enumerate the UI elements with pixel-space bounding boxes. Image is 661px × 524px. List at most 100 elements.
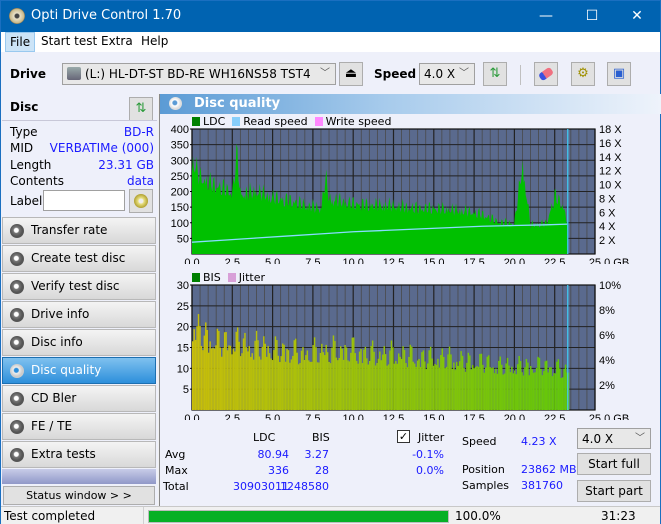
minimize-button[interactable]: — (523, 1, 569, 32)
bis-bar (289, 362, 291, 410)
bis-bar (210, 348, 213, 410)
label-key: Label (10, 194, 43, 208)
bis-bar (466, 362, 468, 410)
bis-bar (367, 364, 369, 410)
eject-button[interactable]: ⏏ (339, 62, 363, 86)
bis-bar (522, 375, 525, 410)
bis-bar (557, 359, 560, 410)
save-button[interactable]: ▣ (607, 62, 631, 86)
bis-bar (277, 355, 280, 410)
bis-bar (192, 341, 194, 410)
panel-header: Disc quality (160, 94, 661, 114)
bis-bar (418, 358, 420, 410)
x-tick-label: 17.5 (463, 413, 484, 420)
status-window-button[interactable]: Status window > > (3, 486, 155, 505)
nav-disc-quality[interactable]: Disc quality (2, 357, 156, 384)
label-disc-button[interactable] (129, 189, 153, 213)
bis-bar (435, 364, 438, 410)
nav-cd-bler[interactable]: CD Bler (2, 385, 156, 412)
nav-disc-info[interactable]: Disc info (2, 329, 156, 356)
bis-bar (545, 360, 548, 410)
bis-bar (406, 367, 409, 410)
start-full-button[interactable]: Start full (577, 453, 651, 475)
bis-bar (258, 356, 261, 410)
bis-bar (457, 365, 459, 410)
bis-bar (438, 367, 441, 410)
bis-bar (508, 365, 510, 410)
speed-select[interactable]: 4.0 X ﹀ (419, 63, 475, 85)
bis-bar (485, 367, 487, 410)
nav-create-test-disc[interactable]: Create test disc (2, 245, 156, 272)
nav-verify-test-disc[interactable]: Verify test disc (2, 273, 156, 300)
bis-bar (339, 346, 342, 410)
stats-total-label: Total (163, 480, 189, 493)
menu-help[interactable]: Help (137, 34, 172, 48)
bis-bar (382, 354, 384, 410)
bis-bar (541, 375, 544, 410)
bis-bar (232, 348, 235, 410)
y2-tick-label: 4 X (599, 221, 616, 233)
menu-bar: File Start test Extra Help (1, 32, 660, 52)
y-tick-label: 250 (171, 171, 189, 183)
disc-icon (134, 194, 148, 208)
bis-bar (251, 353, 253, 410)
nav-transfer-rate[interactable]: Transfer rate (2, 217, 156, 244)
menu-start-test[interactable]: Start test (37, 34, 101, 48)
close-button[interactable]: ✕ (614, 1, 660, 32)
bis-bar (231, 354, 233, 410)
bis-bar (212, 347, 214, 410)
bis-bar (402, 346, 404, 410)
y-tick-label: 350 (171, 140, 189, 152)
bis-bar (373, 351, 375, 410)
bis-bar (257, 340, 259, 410)
nav-fe-te[interactable]: FE / TE (2, 413, 156, 440)
bis-bar (207, 352, 210, 410)
bis-bar (534, 372, 536, 410)
bis-bar (310, 361, 313, 410)
bis-bar (556, 361, 558, 410)
bis-bar (550, 367, 552, 410)
drive-info-icon (10, 308, 24, 322)
refresh-button[interactable]: ⇅ (483, 62, 507, 86)
bis-bar (244, 332, 246, 410)
y2-tick-label: 16 X (599, 138, 622, 150)
label-input[interactable] (43, 190, 125, 211)
erase-icon (537, 66, 555, 82)
bis-bar (344, 345, 346, 410)
bis-bar (331, 347, 333, 410)
bis-bar (405, 363, 407, 410)
bis-bar (464, 371, 467, 410)
bis-bar (296, 352, 298, 410)
bis-bar (332, 335, 335, 410)
bis-bar (408, 356, 410, 410)
bis-bar (487, 355, 490, 410)
bis-bar (322, 352, 325, 410)
bis-bar (203, 335, 206, 410)
disc-refresh-button[interactable]: ⇅ (129, 97, 153, 121)
sidebar: Disc ⇅ Type BD-R MID VERBATIMe (000) Lengt… (1, 94, 158, 506)
bis-bar (411, 346, 413, 410)
bis-bar (303, 360, 306, 410)
bis-bar (393, 363, 396, 410)
stats-max-label: Max (165, 464, 188, 477)
bis-bar (337, 360, 339, 410)
drive-select[interactable]: (L:) HL-DT-ST BD-RE WH16NS58 TST4 ﹀ (62, 63, 336, 85)
jitter-checkbox[interactable]: ✓ (397, 430, 410, 443)
bis-bar (225, 332, 227, 410)
stats-avg-label: Avg (165, 448, 186, 461)
settings-button[interactable]: ⚙ (571, 62, 595, 86)
test-speed-select[interactable]: 4.0 X ﹀ (577, 428, 651, 449)
nav-drive-info[interactable]: Drive info (2, 301, 156, 328)
stats-avg-jitter: -0.1% (412, 448, 444, 461)
bis-bar (498, 360, 500, 410)
maximize-button[interactable]: ☐ (569, 1, 615, 32)
bis-bar (532, 372, 535, 410)
nav-extra-tests[interactable]: Extra tests (2, 441, 156, 468)
progress-fill (149, 511, 448, 522)
start-part-button[interactable]: Start part (577, 480, 651, 502)
menu-file[interactable]: File (5, 32, 36, 52)
menu-extra[interactable]: Extra (97, 34, 137, 48)
disc-quality-icon (10, 364, 24, 378)
erase-button[interactable] (534, 62, 558, 86)
bis-bar (221, 356, 223, 410)
